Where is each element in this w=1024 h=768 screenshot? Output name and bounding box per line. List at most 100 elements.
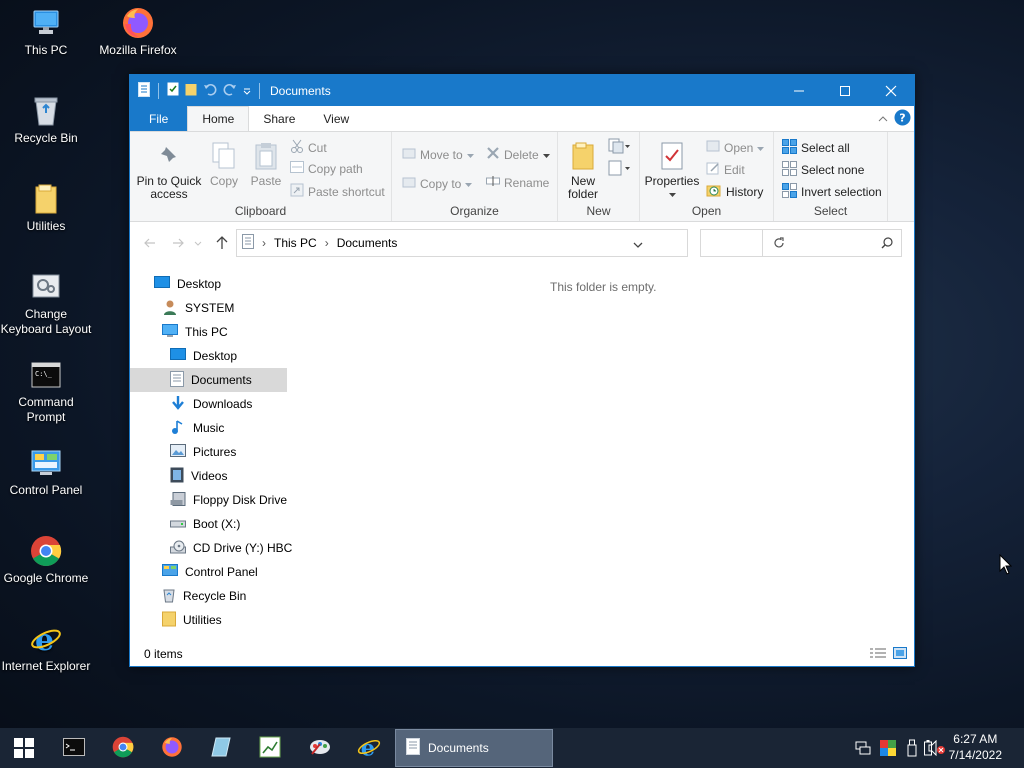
large-icons-view-icon[interactable]: [893, 647, 907, 662]
details-view-icon[interactable]: [870, 648, 886, 663]
nav-item-music[interactable]: Music: [170, 416, 224, 440]
cut-button[interactable]: Cut: [290, 139, 327, 156]
taskbar-task-documents[interactable]: Documents: [395, 729, 553, 767]
collapse-ribbon-chevron-icon[interactable]: [878, 112, 888, 126]
new-item-button[interactable]: [608, 138, 630, 157]
recent-locations-button[interactable]: [192, 231, 204, 255]
taskbar-app-4[interactable]: [197, 728, 245, 768]
internet-explorer-icon: e: [357, 735, 381, 762]
nav-item-label: Floppy Disk Drive: [193, 493, 288, 507]
volume-muted-icon[interactable]: [928, 740, 946, 756]
copy-label: Copy: [209, 174, 238, 188]
move-to-button[interactable]: Move to: [402, 146, 474, 163]
usb-icon[interactable]: [906, 739, 918, 757]
pictures-icon: [170, 444, 186, 460]
maximize-button[interactable]: [822, 75, 868, 106]
nav-item-boot-drive[interactable]: Boot (X:): [170, 512, 240, 536]
properties-qat-icon[interactable]: [167, 82, 179, 99]
desktop-icon-command-prompt[interactable]: C:\_ Command Prompt: [0, 358, 92, 425]
nav-item-this-pc[interactable]: This PC: [162, 320, 228, 344]
nav-item-cd-drive[interactable]: CD Drive (Y:) HBC: [170, 536, 292, 560]
up-button[interactable]: [212, 231, 232, 255]
history-button[interactable]: History: [706, 183, 763, 200]
paste-shortcut-label: Paste shortcut: [308, 184, 385, 199]
taskbar-chrome[interactable]: [99, 728, 147, 768]
nav-item-recycle-bin[interactable]: Recycle Bin: [162, 584, 246, 608]
pin-to-quick-access-button[interactable]: Pin to Quick access: [136, 140, 202, 201]
group-label-select: Select: [813, 204, 848, 218]
easy-access-button[interactable]: [608, 160, 630, 179]
desktop-icon-label-line2: Prompt: [26, 410, 66, 424]
customize-qat-chevron-icon[interactable]: [243, 84, 251, 98]
desktop-icon-chrome[interactable]: Google Chrome: [0, 534, 92, 586]
paste-button[interactable]: Paste: [246, 140, 286, 188]
minimize-button[interactable]: [776, 75, 822, 106]
title-bar[interactable]: Documents: [130, 75, 914, 106]
nav-item-utilities[interactable]: Utilities: [162, 608, 222, 632]
help-icon[interactable]: ?: [894, 109, 911, 129]
desktop-icon-internet-explorer[interactable]: e Internet Explorer: [0, 622, 92, 674]
nav-item-videos[interactable]: Videos: [170, 464, 227, 488]
breadcrumb-this-pc[interactable]: This PC: [274, 236, 317, 250]
nav-item-documents[interactable]: Documents: [130, 368, 287, 392]
desktop-icon-utilities[interactable]: Utilities: [0, 182, 92, 234]
properties-button[interactable]: Properties: [644, 140, 700, 201]
computer-icon: [29, 6, 63, 40]
taskbar-firefox[interactable]: [148, 728, 196, 768]
delete-button[interactable]: Delete: [486, 146, 550, 163]
nav-item-downloads[interactable]: Downloads: [170, 392, 252, 416]
nav-item-control-panel[interactable]: Control Panel: [162, 560, 258, 584]
taskbar-app-5[interactable]: [246, 728, 294, 768]
taskbar-app-6[interactable]: [296, 728, 344, 768]
desktop-icon-this-pc[interactable]: This PC: [0, 6, 92, 58]
clock[interactable]: 6:27 AM 7/14/2022: [949, 731, 1002, 763]
desktop-icon-recycle-bin[interactable]: Recycle Bin: [0, 94, 92, 146]
tab-home[interactable]: Home: [187, 106, 250, 131]
nav-item-system[interactable]: SYSTEM: [162, 296, 234, 320]
drive-icon: [170, 517, 186, 531]
new-folder-qat-icon[interactable]: [185, 82, 197, 99]
desktop-icon-change-keyboard-layout[interactable]: Change Keyboard Layout: [0, 270, 92, 337]
address-bar[interactable]: › This PC › Documents: [236, 229, 784, 257]
tab-file[interactable]: File: [130, 106, 188, 131]
chrome-icon: [112, 736, 134, 761]
properties-label: Properties: [644, 174, 700, 188]
network-icon[interactable]: [855, 740, 871, 756]
search-input[interactable]: [701, 230, 871, 256]
rename-button[interactable]: Rename: [486, 175, 549, 190]
edit-icon: [706, 161, 720, 178]
desktop-icon-control-panel[interactable]: Control Panel: [0, 446, 92, 498]
select-all-button[interactable]: Select all: [782, 139, 850, 157]
taskbar-command-prompt[interactable]: [50, 728, 98, 768]
open-button[interactable]: Open: [706, 139, 765, 156]
nav-item-floppy-disk-drive[interactable]: Floppy Disk Drive: [170, 488, 287, 512]
tab-view[interactable]: View: [309, 106, 363, 131]
undo-icon[interactable]: [203, 82, 217, 99]
copy-path-button[interactable]: Copy path: [290, 161, 363, 176]
forward-button[interactable]: [168, 231, 188, 255]
desktop-icon-firefox[interactable]: Mozilla Firefox: [92, 6, 184, 58]
user-icon: [162, 299, 178, 318]
edit-button[interactable]: Edit: [706, 161, 745, 178]
redo-icon[interactable]: [223, 82, 237, 99]
new-folder-button[interactable]: New folder: [564, 140, 602, 201]
tab-share[interactable]: Share: [249, 106, 309, 131]
search-icon[interactable]: [881, 237, 893, 252]
nav-item-desktop-root[interactable]: Desktop: [154, 272, 221, 296]
paste-shortcut-button[interactable]: Paste shortcut: [290, 183, 385, 200]
nav-item-pictures[interactable]: Pictures: [170, 440, 236, 464]
copy-to-button[interactable]: Copy to: [402, 175, 473, 192]
back-button[interactable]: [140, 231, 160, 255]
taskbar-internet-explorer[interactable]: e: [345, 728, 393, 768]
select-none-button[interactable]: Select none: [782, 161, 864, 179]
copy-button[interactable]: Copy: [204, 140, 244, 188]
clock-date: 7/14/2022: [948, 748, 1002, 762]
nav-item-desktop[interactable]: Desktop: [170, 344, 237, 368]
cut-label: Cut: [308, 140, 327, 155]
start-button[interactable]: [0, 728, 48, 768]
close-button[interactable]: [868, 75, 914, 106]
color-display-icon[interactable]: [880, 740, 896, 756]
breadcrumb-documents[interactable]: Documents: [337, 236, 398, 250]
address-history-chevron-icon[interactable]: [633, 238, 643, 252]
invert-selection-button[interactable]: Invert selection: [782, 183, 882, 201]
